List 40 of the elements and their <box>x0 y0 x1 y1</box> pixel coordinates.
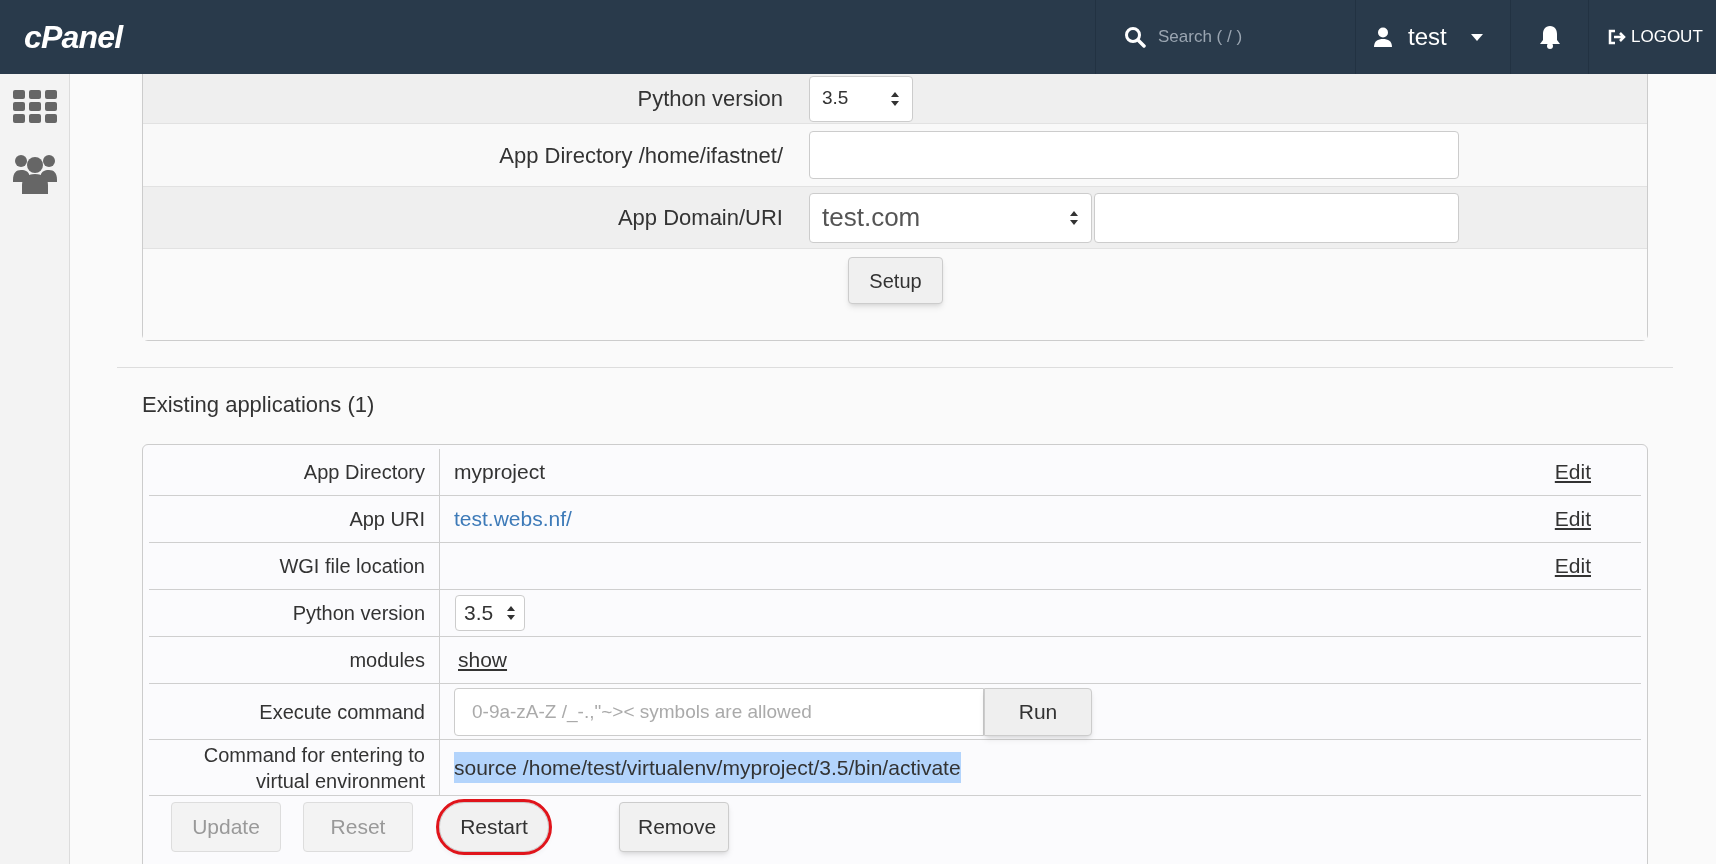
version-select[interactable]: 3.5 <box>809 75 913 122</box>
input-field[interactable] <box>1094 192 1459 243</box>
edit-link[interactable]: Edit <box>1554 456 1591 488</box>
text-value: source /home/test/virtualenv/myproject/3.5/bin/activate <box>454 751 961 784</box>
run-button[interactable]: Run <box>984 687 1092 736</box>
user-icon <box>1374 27 1392 47</box>
action-button[interactable]: Remove <box>619 802 729 852</box>
field-label: App URI <box>348 507 426 532</box>
field-label: App Directory <box>302 460 426 485</box>
field-label: Execute command <box>258 699 426 725</box>
show-link[interactable]: show <box>458 644 508 676</box>
users-icon[interactable] <box>12 152 57 194</box>
edit-link[interactable]: Edit <box>1554 503 1591 535</box>
caret-icon <box>1470 33 1483 41</box>
field-label: App Domain/URI <box>616 204 784 232</box>
spinner-icon <box>1069 209 1079 226</box>
action-button[interactable]: Restart <box>439 802 549 852</box>
field-label: App Directory /home/ifastnet/ <box>498 141 784 170</box>
version-select[interactable]: 3.5 <box>455 595 525 631</box>
search-field[interactable]: Search ( / ) <box>1158 24 1308 50</box>
apps-grid-icon[interactable] <box>12 90 57 124</box>
text-value: myproject <box>454 459 546 486</box>
command-field[interactable]: 0-9a-zA-Z /_-.,"~>< symbols are allowed <box>454 687 984 736</box>
edit-link[interactable]: Edit <box>1554 550 1591 582</box>
url-link[interactable]: test.webs.nf/ <box>454 503 572 535</box>
domain-select[interactable]: test.com <box>809 192 1092 243</box>
setup-button[interactable]: Setup <box>848 257 943 304</box>
field-label: WGI file location <box>278 554 426 579</box>
field-label: Python version <box>291 601 426 626</box>
section-heading: Existing applications (1) <box>142 391 376 419</box>
field-label: Python version <box>636 85 784 113</box>
input-field[interactable] <box>809 131 1459 179</box>
spinner-icon <box>890 90 900 107</box>
spinner-icon <box>506 605 516 621</box>
logo[interactable]: cPanel <box>24 13 123 61</box>
bell-icon <box>1538 25 1561 49</box>
logout-icon <box>1607 29 1627 45</box>
search-icon <box>1124 26 1146 48</box>
field-label: modules <box>348 648 426 673</box>
field-label: Command for entering to virtual environment <box>202 742 426 794</box>
